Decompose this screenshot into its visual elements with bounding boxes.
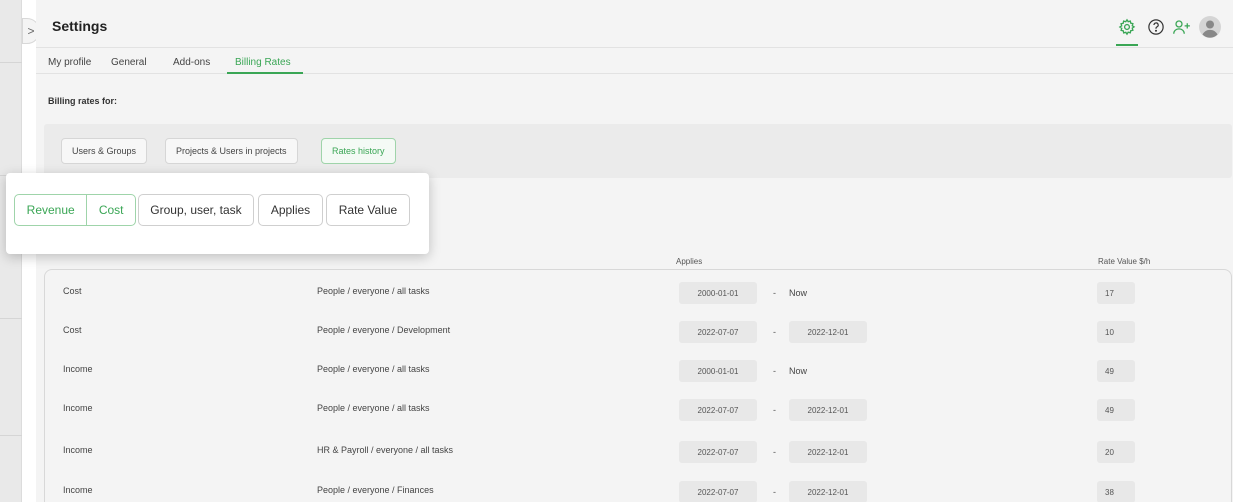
row-type: Cost xyxy=(63,286,82,296)
gear-icon[interactable] xyxy=(1116,16,1138,38)
date-from-field[interactable]: 2000-01-01 xyxy=(679,282,757,304)
row-target: People / everyone / Finances xyxy=(317,485,434,495)
rates-table: Cost People / everyone / all tasks 2000-… xyxy=(44,269,1232,502)
tab-my-profile[interactable]: My profile xyxy=(48,57,91,68)
table-row: Income People / everyone / all tasks 200… xyxy=(45,350,1233,388)
tab-add-ons[interactable]: Add-ons xyxy=(173,57,210,68)
date-to-field[interactable]: 2022-12-01 xyxy=(789,481,867,502)
date-to-field[interactable]: 2022-12-01 xyxy=(789,399,867,421)
row-type: Income xyxy=(63,485,93,495)
row-type: Income xyxy=(63,364,93,374)
table-row: Income People / everyone / all tasks 202… xyxy=(45,389,1233,427)
row-target: People / everyone / all tasks xyxy=(317,364,430,374)
row-target: People / everyone / all tasks xyxy=(317,286,430,296)
table-row: Income People / everyone / Finances 2022… xyxy=(45,471,1233,502)
date-to-field[interactable]: 2022-12-01 xyxy=(789,441,867,463)
table-row: Cost People / everyone / Development 202… xyxy=(45,311,1233,349)
date-separator: - xyxy=(773,327,776,337)
date-to-field[interactable]: Now xyxy=(789,282,807,304)
rate-value-button[interactable]: Rate Value xyxy=(326,194,410,226)
cost-toggle-button[interactable]: Cost xyxy=(87,195,135,225)
applies-button[interactable]: Applies xyxy=(258,194,323,226)
projects-users-button[interactable]: Projects & Users in projects xyxy=(165,138,298,164)
column-header-rate: Rate Value $/h xyxy=(1098,257,1151,266)
rail-divider xyxy=(0,435,22,436)
avatar-icon[interactable] xyxy=(1197,14,1223,40)
active-tab-underline xyxy=(227,72,303,74)
date-separator: - xyxy=(773,487,776,497)
add-user-icon[interactable] xyxy=(1171,16,1193,38)
active-icon-underline xyxy=(1116,44,1138,46)
date-from-field[interactable]: 2022-07-07 xyxy=(679,399,757,421)
top-bar: Settings xyxy=(36,0,1233,48)
date-from-field[interactable]: 2022-07-07 xyxy=(679,441,757,463)
row-target: HR & Payroll / everyone / all tasks xyxy=(317,445,454,455)
table-row: Cost People / everyone / all tasks 2000-… xyxy=(45,272,1233,310)
page-title: Settings xyxy=(52,18,108,34)
date-from-field[interactable]: 2000-01-01 xyxy=(679,360,757,382)
date-to-field[interactable]: Now xyxy=(789,360,807,382)
row-type: Cost xyxy=(63,325,82,335)
date-to-field[interactable]: 2022-12-01 xyxy=(789,321,867,343)
chevron-right-icon: > xyxy=(27,24,35,38)
rate-value-field[interactable]: 20 xyxy=(1097,441,1135,463)
date-separator: - xyxy=(773,447,776,457)
date-from-field[interactable]: 2022-07-07 xyxy=(679,481,757,502)
users-groups-button[interactable]: Users & Groups xyxy=(61,138,148,164)
date-separator: - xyxy=(773,288,776,298)
tab-general[interactable]: General xyxy=(111,57,147,68)
section-label: Billing rates for: xyxy=(48,96,118,106)
rate-value-field[interactable]: 49 xyxy=(1097,360,1135,382)
rate-value-field[interactable]: 10 xyxy=(1097,321,1135,343)
settings-tabs: My profile General Add-ons Billing Rates xyxy=(36,48,1233,74)
rate-value-field[interactable]: 38 xyxy=(1097,481,1135,502)
rate-value-field[interactable]: 49 xyxy=(1097,399,1135,421)
tab-billing-rates[interactable]: Billing Rates xyxy=(235,57,291,68)
help-icon[interactable] xyxy=(1145,16,1167,38)
column-toggle-popover: Revenue Cost Group, user, task Applies R… xyxy=(6,173,429,254)
date-separator: - xyxy=(773,366,776,376)
row-type: Income xyxy=(63,445,93,455)
column-header-applies: Applies xyxy=(676,257,703,266)
table-row: Income HR & Payroll / everyone / all tas… xyxy=(45,431,1233,469)
date-separator: - xyxy=(773,405,776,415)
row-target: People / everyone / Development xyxy=(317,325,451,335)
rates-history-button[interactable]: Rates history xyxy=(321,138,396,164)
revenue-cost-toggle: Revenue Cost xyxy=(14,194,136,226)
row-type: Income xyxy=(63,403,93,413)
rate-value-field[interactable]: 17 xyxy=(1097,282,1135,304)
rates-button-panel: Users & Groups Projects & Users in proje… xyxy=(44,124,1232,178)
revenue-toggle-button[interactable]: Revenue xyxy=(15,195,86,225)
rail-divider xyxy=(0,62,22,63)
group-user-task-button[interactable]: Group, user, task xyxy=(138,194,254,226)
rail-divider xyxy=(0,318,22,319)
date-from-field[interactable]: 2022-07-07 xyxy=(679,321,757,343)
row-target: People / everyone / all tasks xyxy=(317,403,430,413)
